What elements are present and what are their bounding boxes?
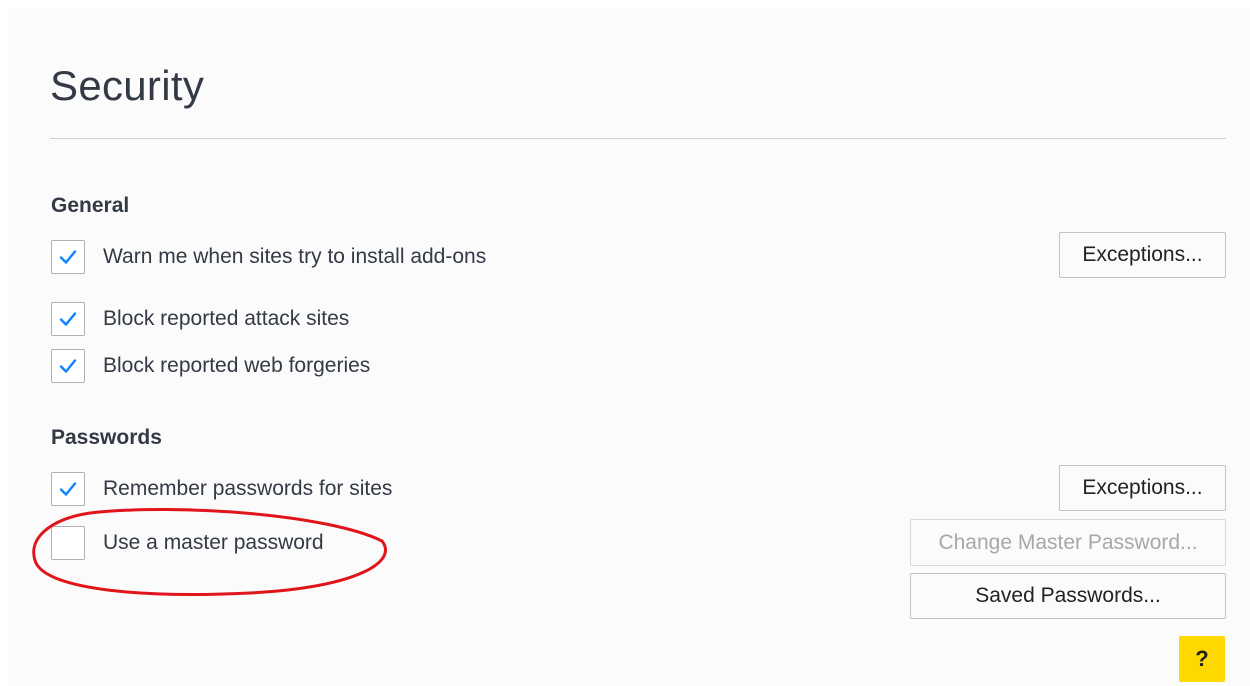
- title-divider: [50, 138, 1226, 139]
- master-password-label: Use a master password: [103, 531, 324, 554]
- change-master-password-button[interactable]: Change Master Password...: [910, 519, 1226, 566]
- checkmark-icon: [59, 359, 77, 373]
- warn-addons-label: Warn me when sites try to install add-on…: [103, 245, 487, 268]
- warn-addons-row[interactable]: Warn me when sites try to install add-on…: [51, 239, 486, 275]
- remember-passwords-label: Remember passwords for sites: [103, 477, 393, 500]
- remember-passwords-checkbox[interactable]: [51, 472, 85, 506]
- remember-passwords-row[interactable]: Remember passwords for sites: [51, 471, 392, 507]
- saved-passwords-button[interactable]: Saved Passwords...: [910, 573, 1226, 619]
- block-forgeries-row[interactable]: Block reported web forgeries: [51, 348, 370, 384]
- checkmark-icon: [59, 312, 77, 326]
- block-attack-label: Block reported attack sites: [103, 307, 350, 330]
- page-title: Security: [50, 62, 205, 109]
- block-forgeries-label: Block reported web forgeries: [103, 354, 371, 377]
- block-forgeries-checkbox[interactable]: [51, 349, 85, 383]
- warn-addons-checkbox[interactable]: [51, 240, 85, 274]
- addons-exceptions-button[interactable]: Exceptions...: [1059, 232, 1226, 278]
- passwords-exceptions-button[interactable]: Exceptions...: [1059, 465, 1226, 511]
- passwords-heading: Passwords: [51, 426, 162, 449]
- master-password-row[interactable]: Use a master password: [51, 525, 324, 561]
- block-attack-checkbox[interactable]: [51, 302, 85, 336]
- general-heading: General: [51, 194, 130, 217]
- help-button[interactable]: ?: [1179, 636, 1225, 682]
- master-password-checkbox[interactable]: [51, 526, 85, 560]
- block-attack-row[interactable]: Block reported attack sites: [51, 301, 349, 337]
- checkmark-icon: [59, 482, 77, 496]
- checkmark-icon: [59, 250, 77, 264]
